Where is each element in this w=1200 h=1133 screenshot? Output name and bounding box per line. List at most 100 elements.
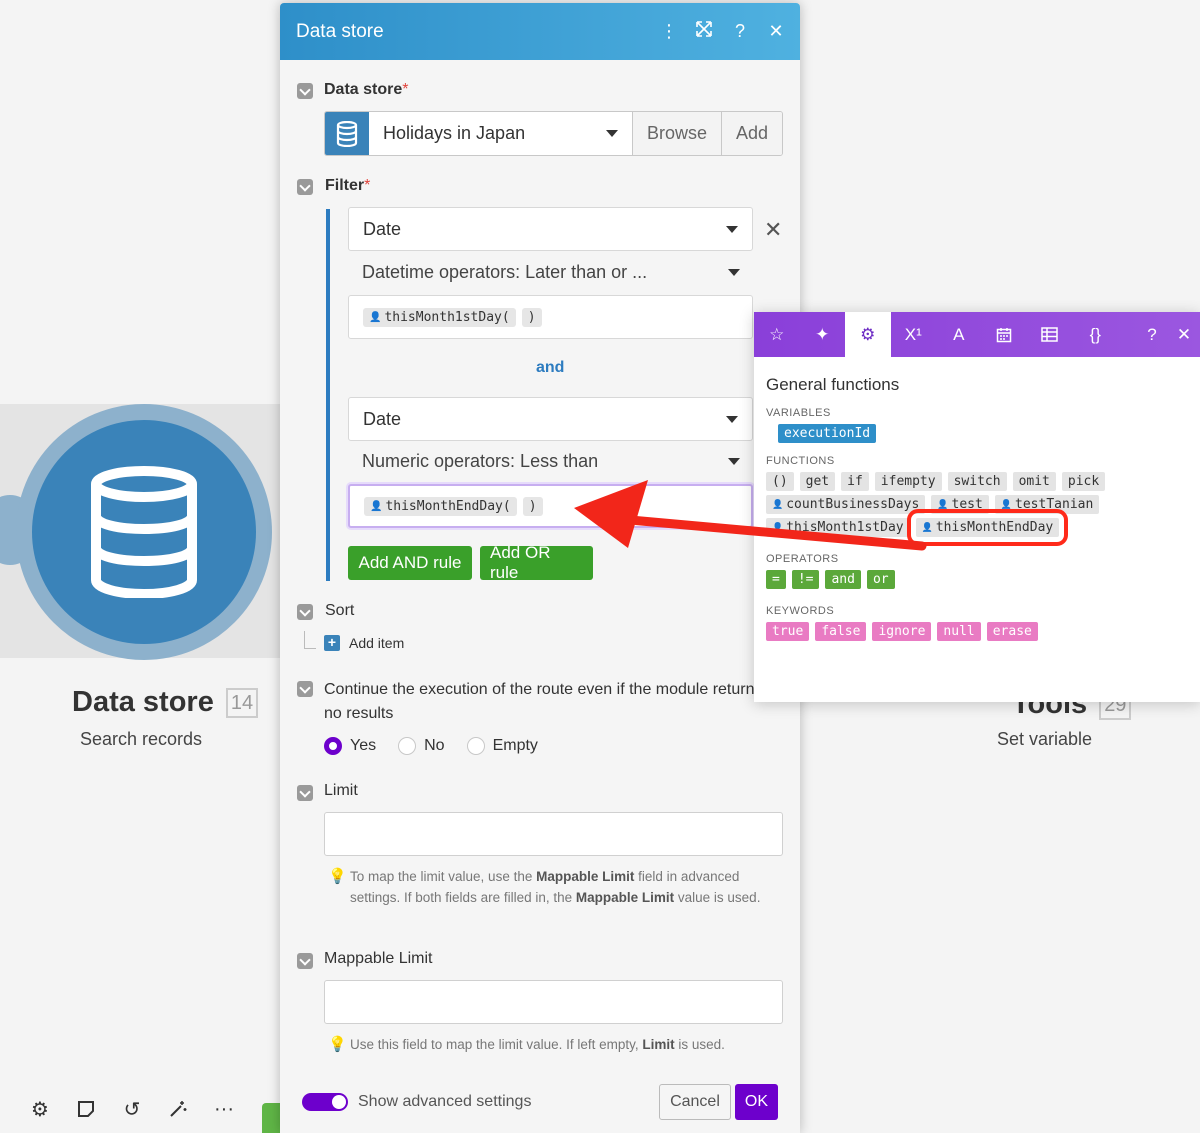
undo-icon[interactable]: ↺ — [120, 1097, 144, 1121]
radio-no[interactable]: No — [398, 737, 445, 755]
function-pill[interactable]: 👤 thisMonthEndDay( — [364, 496, 517, 516]
tab-date[interactable] — [982, 312, 1028, 357]
custom-function-chip[interactable]: 👤 testTanian — [994, 495, 1100, 514]
tab-general-functions[interactable]: ⚙ — [845, 312, 891, 357]
mappable-limit-toggle-checkbox[interactable] — [297, 953, 313, 969]
add-or-rule-button[interactable]: Add OR rule — [480, 543, 593, 582]
more-icon[interactable]: ··· — [212, 1097, 236, 1121]
expand-icon[interactable] — [696, 21, 712, 42]
function-close-pill[interactable]: ) — [522, 496, 543, 516]
chip-text: testTanian — [1015, 497, 1094, 512]
function-close-pill[interactable]: ) — [521, 307, 542, 327]
magic-wand-icon[interactable] — [166, 1097, 190, 1121]
data-store-toggle-checkbox[interactable] — [297, 83, 313, 99]
custom-function-chip[interactable]: 👤 thisMonth1stDay — [766, 518, 910, 537]
add-and-rule-button[interactable]: Add AND rule — [348, 546, 472, 580]
pill-text: thisMonthEndDay( — [385, 498, 511, 514]
chevron-down-icon — [728, 458, 740, 465]
custom-function-chip[interactable]: 👤 test — [931, 495, 989, 514]
cancel-button[interactable]: Cancel — [659, 1084, 731, 1120]
user-icon: 👤 — [1000, 499, 1013, 510]
data-store-label: Data store* — [324, 81, 408, 99]
panel-title: General functions — [766, 375, 900, 394]
required-mark: * — [402, 81, 409, 98]
function-chip[interactable]: ifempty — [874, 472, 942, 491]
help-icon[interactable]: ? — [732, 21, 748, 42]
continue-toggle-checkbox[interactable] — [297, 681, 313, 697]
rule2-field-value: Date — [363, 408, 402, 429]
text-icon: A — [953, 324, 965, 344]
rule2-field-select[interactable]: Date — [348, 397, 753, 441]
operator-chip[interactable]: or — [866, 570, 895, 589]
keyword-chip[interactable]: false — [815, 622, 867, 641]
function-chip[interactable]: pick — [1061, 472, 1106, 491]
rule1-value-input[interactable]: 👤 thisMonth1stDay( ) — [348, 295, 753, 339]
variable-chip[interactable]: executionId — [778, 424, 877, 443]
ok-button[interactable]: OK — [734, 1084, 778, 1120]
hint-bold: Mappable Limit — [536, 869, 635, 884]
rule1-field-select[interactable]: Date — [348, 207, 753, 251]
close-icon[interactable]: ✕ — [768, 21, 784, 42]
node-title-text: Data store — [72, 686, 214, 718]
tab-text[interactable]: A — [936, 312, 982, 357]
tools-button-edge[interactable] — [262, 1103, 282, 1133]
tab-favorites[interactable]: ☆ — [754, 312, 800, 357]
tab-json[interactable]: {} — [1073, 312, 1119, 357]
custom-function-chip-highlighted[interactable]: 👤 thisMonthEndDay — [906, 509, 1069, 546]
tab-math[interactable]: X¹ — [891, 312, 937, 357]
rule1-operator-select[interactable]: Datetime operators: Later than or ... — [362, 262, 740, 283]
tab-ai[interactable]: ✦ — [800, 312, 846, 357]
help-icon: ? — [1147, 324, 1157, 344]
show-advanced-label: Show advanced settings — [358, 1093, 532, 1110]
filter-group-bar — [326, 209, 330, 581]
node-subtitle: Search records — [80, 729, 203, 749]
chevron-down-icon — [728, 269, 740, 276]
data-store-select[interactable]: Holidays in Japan — [369, 112, 633, 155]
filter-toggle-checkbox[interactable] — [297, 179, 313, 195]
function-chip[interactable]: () — [766, 472, 794, 491]
superscript-icon: X¹ — [904, 324, 922, 344]
keyword-chip[interactable]: erase — [986, 622, 1038, 641]
hint-part: value is used. — [674, 890, 761, 905]
settings-icon[interactable]: ⚙ — [28, 1097, 52, 1121]
sort-toggle-checkbox[interactable] — [297, 604, 313, 620]
user-icon: 👤 — [772, 522, 784, 533]
mappable-limit-input[interactable] — [324, 980, 783, 1024]
gear-icon: ⚙ — [860, 324, 876, 344]
data-store-small-icon — [325, 112, 369, 155]
operator-chip[interactable]: != — [791, 570, 820, 589]
rule2-operator-select[interactable]: Numeric operators: Less than — [362, 451, 740, 472]
radio-yes[interactable]: Yes — [324, 737, 376, 755]
function-chip[interactable]: omit — [1012, 472, 1056, 491]
advanced-settings-toggle[interactable] — [302, 1093, 348, 1111]
data-store-node[interactable] — [32, 420, 256, 644]
add-sort-item-button[interactable]: + Add item — [324, 635, 404, 651]
operators-list: = != and or — [766, 570, 1188, 589]
operator-chip[interactable]: and — [825, 570, 861, 589]
panel-help[interactable]: ? — [1136, 312, 1168, 357]
function-chip[interactable]: switch — [947, 472, 1007, 491]
remove-rule-icon[interactable]: ✕ — [764, 217, 782, 243]
notes-icon[interactable] — [74, 1097, 98, 1121]
chip-text: test — [951, 497, 983, 512]
custom-function-chip[interactable]: 👤 countBusinessDays — [766, 495, 926, 514]
tab-array[interactable] — [1027, 312, 1073, 357]
limit-input[interactable] — [324, 812, 783, 856]
bottom-toolbar: ⚙ ↺ ··· — [0, 1085, 290, 1133]
add-data-store-button[interactable]: Add — [721, 112, 782, 155]
keyword-chip[interactable]: null — [937, 622, 981, 641]
rule2-value-input[interactable]: 👤 thisMonthEndDay( ) — [348, 484, 753, 528]
data-store-select-row: Holidays in Japan Browse Add — [324, 111, 783, 156]
browse-button[interactable]: Browse — [632, 112, 722, 155]
radio-empty[interactable]: Empty — [466, 737, 538, 755]
panel-close[interactable]: ✕ — [1168, 312, 1200, 357]
continue-radio-group: Yes No Empty — [324, 737, 538, 755]
function-chip[interactable]: get — [799, 472, 836, 491]
function-chip[interactable]: if — [841, 472, 869, 491]
keyword-chip[interactable]: ignore — [872, 622, 932, 641]
function-pill[interactable]: 👤 thisMonth1stDay( — [363, 307, 516, 327]
operator-chip[interactable]: = — [766, 570, 786, 589]
limit-toggle-checkbox[interactable] — [297, 785, 313, 801]
kebab-icon[interactable]: ⋮ — [660, 21, 678, 42]
keyword-chip[interactable]: true — [766, 622, 810, 641]
